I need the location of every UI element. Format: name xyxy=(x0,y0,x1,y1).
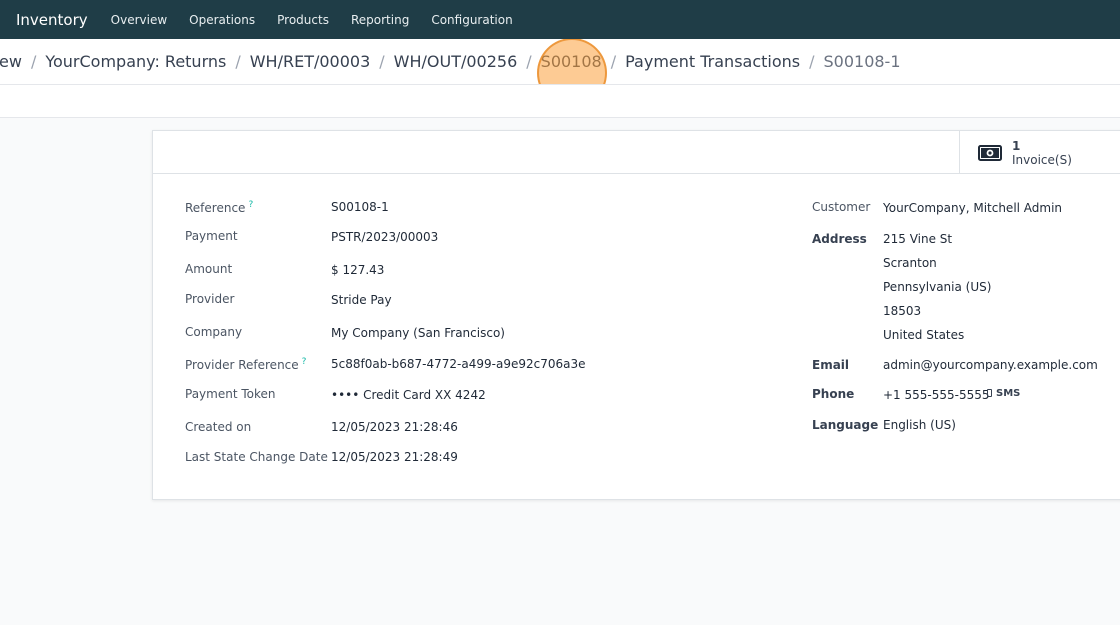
breadcrumb-item-payment-transactions[interactable]: Payment Transactions xyxy=(625,52,800,71)
reference-label-text: Reference xyxy=(185,201,246,215)
stat-text: 1 Invoice(S) xyxy=(1012,139,1072,167)
customer-value[interactable]: YourCompany, Mitchell Admin xyxy=(883,201,1062,215)
address-zip: 18503 xyxy=(883,304,922,318)
breadcrumb-current: S00108-1 xyxy=(823,52,901,71)
created-on-label: Created on xyxy=(185,420,252,434)
provider-reference-value: 5c88f0ab-b687-4772-a499-a9e92c706a3e xyxy=(331,357,586,371)
reference-help-icon[interactable]: ? xyxy=(248,200,253,210)
address-city: Scranton xyxy=(883,256,937,270)
menu-products[interactable]: Products xyxy=(266,13,340,27)
button-box: 1 Invoice(S) xyxy=(153,131,1120,174)
breadcrumb-separator: / xyxy=(30,52,37,71)
menu-overview[interactable]: Overview xyxy=(100,13,179,27)
payment-label: Payment xyxy=(185,229,238,243)
provider-reference-help-icon[interactable]: ? xyxy=(302,357,307,367)
breadcrumb-item-wh-ret[interactable]: WH/RET/00003 xyxy=(250,52,371,71)
address-state: Pennsylvania (US) xyxy=(883,280,992,294)
customer-label: Customer xyxy=(812,200,871,214)
reference-label: Reference? xyxy=(185,200,253,215)
breadcrumb-separator: / xyxy=(235,52,241,71)
breadcrumb-item-overview[interactable]: ew xyxy=(0,52,22,71)
payment-token-label: Payment Token xyxy=(185,387,276,401)
last-state-change-value: 12/05/2023 21:28:49 xyxy=(331,450,458,464)
last-state-change-label: Last State Change Date xyxy=(185,450,328,464)
stat-label: Invoice(S) xyxy=(1012,152,1072,167)
provider-reference-label: Provider Reference? xyxy=(185,357,306,372)
payment-value[interactable]: PSTR/2023/00003 xyxy=(331,230,438,244)
form-sheet: 1 Invoice(S) Reference? S00108-1 Payment… xyxy=(152,130,1120,500)
mobile-phone-icon xyxy=(987,389,992,397)
app-name[interactable]: Inventory xyxy=(16,11,88,29)
menu-reporting[interactable]: Reporting xyxy=(340,13,420,27)
payment-token-value[interactable]: •••• Credit Card XX 4242 xyxy=(331,388,486,402)
language-value: English (US) xyxy=(883,418,956,432)
menu-configuration[interactable]: Configuration xyxy=(420,13,523,27)
breadcrumb: ew / YourCompany: Returns / WH/RET/00003… xyxy=(0,39,1120,84)
breadcrumb-separator: / xyxy=(526,52,532,71)
provider-reference-label-text: Provider Reference xyxy=(185,358,299,372)
sms-label: SMS xyxy=(996,388,1021,399)
amount-label: Amount xyxy=(185,262,233,276)
sms-button[interactable]: SMS xyxy=(987,388,1020,399)
address-street: 215 Vine St xyxy=(883,232,953,246)
breadcrumb-separator: / xyxy=(379,52,385,71)
control-panel xyxy=(0,84,1120,118)
company-label: Company xyxy=(185,325,243,339)
email-label: Email xyxy=(812,358,850,372)
provider-label: Provider xyxy=(185,292,235,306)
breadcrumb-item-wh-out[interactable]: WH/OUT/00256 xyxy=(394,52,518,71)
language-label: Language xyxy=(812,418,879,432)
money-bill-icon xyxy=(978,144,1002,161)
breadcrumb-separator: / xyxy=(610,52,617,71)
top-navbar: Inventory Overview Operations Products R… xyxy=(0,0,1120,39)
breadcrumb-separator: / xyxy=(809,52,815,71)
phone-value[interactable]: +1 555-555-5555 xyxy=(883,388,990,402)
company-value[interactable]: My Company (San Francisco) xyxy=(331,326,505,340)
amount-value: $ 127.43 xyxy=(331,263,385,277)
breadcrumb-item-sale-order-label: S00108 xyxy=(540,52,602,71)
address-label: Address xyxy=(812,232,867,246)
address-country: United States xyxy=(883,328,965,342)
reference-value: S00108-1 xyxy=(331,200,389,214)
phone-label: Phone xyxy=(812,387,855,401)
stat-value: 1 xyxy=(1012,138,1021,153)
breadcrumb-item-sale-order[interactable]: S00108 xyxy=(536,39,607,84)
email-value[interactable]: admin@yourcompany.example.com xyxy=(883,358,1098,372)
menu-operations[interactable]: Operations xyxy=(178,13,266,27)
provider-value[interactable]: Stride Pay xyxy=(331,293,392,307)
invoices-stat-button[interactable]: 1 Invoice(S) xyxy=(959,131,1120,174)
breadcrumb-item-returns[interactable]: YourCompany: Returns xyxy=(45,52,226,71)
created-on-value: 12/05/2023 21:28:46 xyxy=(331,420,458,434)
